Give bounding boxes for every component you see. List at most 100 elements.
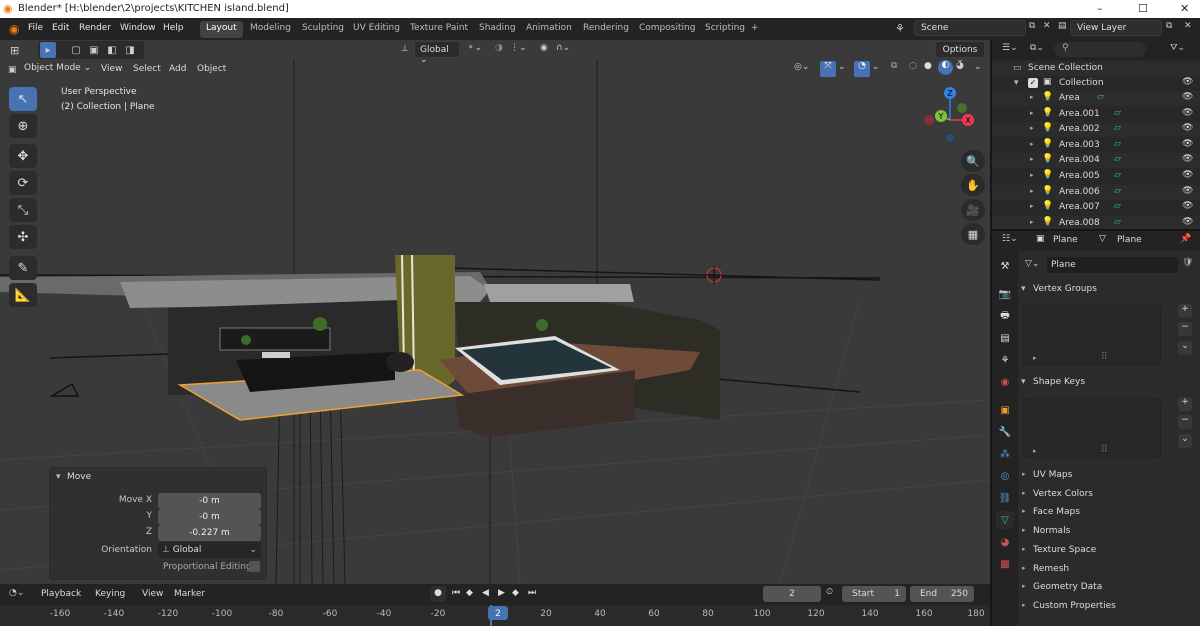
tab-layout[interactable]: Layout: [200, 21, 243, 38]
overlay-dropdown-icon[interactable]: ⌄: [872, 62, 880, 72]
gizmo-toggle-icon[interactable]: ⤧: [820, 61, 836, 77]
outliner-search-input[interactable]: ⚲: [1054, 42, 1146, 57]
snap-target-icon[interactable]: ⋮⌄: [510, 43, 527, 53]
tab-animation[interactable]: Animation: [520, 21, 578, 38]
light-data-icon[interactable]: ▱: [1097, 92, 1104, 102]
shape-keys-list[interactable]: ▸ ⠿: [1023, 398, 1161, 458]
tab-shading[interactable]: Shading: [473, 21, 522, 38]
rotate-tool-button[interactable]: ⟳: [9, 171, 37, 195]
eye-icon[interactable]: 👁: [1182, 186, 1193, 196]
menu-file[interactable]: File: [28, 23, 43, 33]
outliner-item[interactable]: ▸ 💡 Area.004 ▱ 👁: [992, 153, 1200, 169]
expand-icon[interactable]: ▾: [1014, 78, 1019, 88]
record-button[interactable]: ●: [430, 586, 446, 602]
outliner-item[interactable]: ▸ 💡 Area.007 ▱ 👁: [992, 200, 1200, 215]
viewport-menu-select[interactable]: Select: [133, 64, 161, 74]
eye-icon[interactable]: 👁: [1182, 139, 1193, 149]
scene-icon[interactable]: ⚘: [895, 22, 905, 35]
select-intersect-icon[interactable]: ◨: [122, 42, 138, 58]
prev-keyframe-icon[interactable]: ◆: [466, 588, 473, 598]
eye-icon[interactable]: 👁: [1182, 123, 1193, 133]
new-scene-icon[interactable]: ⧉: [1029, 21, 1035, 31]
timer-icon[interactable]: ⏲: [826, 587, 833, 597]
pivot-icon[interactable]: ⚬⌄: [467, 43, 482, 53]
view-layer-tab-icon[interactable]: ▤: [996, 329, 1014, 347]
move-y-field[interactable]: -0 m: [158, 509, 261, 525]
zoom-icon[interactable]: 🔍: [961, 150, 985, 172]
menu-window[interactable]: Window: [120, 23, 156, 33]
close-button[interactable]: ✕: [1180, 2, 1189, 15]
jump-end-icon[interactable]: ⏭: [528, 588, 536, 598]
vertex-group-specials-button[interactable]: ⌄: [1178, 341, 1192, 355]
gizmo-dropdown-icon[interactable]: ⌄: [838, 62, 846, 72]
filter-icon[interactable]: ⛛⌄: [1170, 43, 1185, 53]
light-data-icon[interactable]: ▱: [1114, 186, 1121, 196]
panel-shape-keys[interactable]: ▾ Shape Keys: [1020, 374, 1192, 392]
expand-icon[interactable]: ▸: [1030, 140, 1034, 148]
add-workspace-button[interactable]: +: [745, 21, 765, 38]
blender-menu-icon[interactable]: ◉: [9, 22, 19, 36]
panel-uv-maps[interactable]: ▸ UV Maps: [1020, 467, 1192, 485]
navigation-gizmo[interactable]: Z Y X: [920, 86, 980, 142]
timeline[interactable]: ◔⌄ Playback Keying View Marker ● ⏮ ◆ ◀ ▶…: [0, 584, 990, 626]
expand-icon[interactable]: ▸: [1030, 155, 1034, 163]
orientation-dropdown[interactable]: Global ⌄: [414, 41, 460, 65]
menu-help[interactable]: Help: [163, 23, 184, 33]
annotate-tool-button[interactable]: ✎: [9, 256, 37, 280]
expand-icon[interactable]: ▸: [1030, 218, 1034, 226]
expand-icon[interactable]: ▸: [1030, 202, 1034, 210]
tab-sculpting[interactable]: Sculpting: [296, 21, 350, 38]
light-data-icon[interactable]: ▱: [1114, 170, 1121, 180]
tab-texture-paint[interactable]: Texture Paint: [404, 21, 474, 38]
world-tab-icon[interactable]: ◉: [996, 373, 1014, 391]
outliner-item[interactable]: ▸ 💡 Area.005 ▱ 👁: [992, 169, 1200, 184]
tab-modeling[interactable]: Modeling: [244, 21, 297, 38]
timeline-editor-icon[interactable]: ◔⌄: [9, 588, 24, 598]
light-data-icon[interactable]: ▱: [1114, 139, 1121, 149]
eye-icon[interactable]: 👁: [1182, 77, 1193, 87]
panel-vertex-colors[interactable]: ▸ Vertex Colors: [1020, 486, 1192, 504]
start-frame-field[interactable]: Start 1: [842, 586, 906, 602]
move-z-field[interactable]: -0.227 m: [158, 525, 261, 541]
mesh-browse-icon[interactable]: ▽⌄: [1025, 259, 1039, 269]
snap-icon[interactable]: ◑: [495, 43, 503, 53]
timeline-menu-view[interactable]: View: [142, 589, 163, 599]
light-data-icon[interactable]: ▱: [1114, 123, 1121, 133]
panel-remesh[interactable]: ▸ Remesh: [1020, 561, 1192, 579]
collection-row[interactable]: ▾ ✓ ▣ Collection 👁: [992, 76, 1200, 91]
expand-icon[interactable]: ▸: [1030, 109, 1034, 117]
scale-tool-button[interactable]: ⤡: [9, 198, 37, 222]
delete-scene-icon[interactable]: ✕: [1043, 21, 1051, 31]
editor-type-icon[interactable]: ⊞: [10, 44, 19, 57]
expand-icon[interactable]: ▸: [1030, 124, 1034, 132]
properties-editor[interactable]: ☷⌄ ▣ Plane ▽ Plane 📌 ⚒ 📷 🖶 ▤ ⚘ ◉ ▣ 🔧 ⁂ ◎…: [990, 229, 1200, 626]
render-tab-icon[interactable]: 📷: [996, 285, 1014, 303]
transform-tool-button[interactable]: ✣: [9, 225, 37, 249]
eye-icon[interactable]: 👁: [1182, 108, 1193, 118]
falloff-icon[interactable]: ∩⌄: [556, 43, 570, 53]
constraints-tab-icon[interactable]: ⛓: [996, 489, 1014, 507]
timeline-menu-playback[interactable]: Playback: [41, 589, 81, 599]
select-box-new-icon[interactable]: ▢: [68, 42, 84, 58]
display-mode-icon[interactable]: ⧉⌄: [1030, 43, 1044, 53]
panel-geometry-data[interactable]: ▸ Geometry Data: [1020, 579, 1192, 597]
minimize-button[interactable]: –: [1097, 2, 1103, 15]
outliner-item[interactable]: ▸ 💡 Area.003 ▱ 👁: [992, 138, 1200, 153]
play-reverse-icon[interactable]: ◀: [482, 588, 489, 598]
eye-icon[interactable]: 👁: [1182, 92, 1193, 102]
proportional-edit-icon[interactable]: ◉: [540, 43, 548, 53]
list-resize-handle[interactable]: ⠿: [1101, 352, 1108, 362]
light-data-icon[interactable]: ▱: [1114, 154, 1121, 164]
visibility-icon[interactable]: ◎⌄: [794, 62, 809, 72]
scene-collection-row[interactable]: ▭ Scene Collection: [992, 61, 1200, 76]
material-tab-icon[interactable]: ◕: [996, 533, 1014, 551]
panel-face-maps[interactable]: ▸ Face Maps: [1020, 504, 1192, 522]
menu-render[interactable]: Render: [79, 23, 111, 33]
tab-compositing[interactable]: Compositing: [633, 21, 701, 38]
eye-icon[interactable]: 👁: [1182, 170, 1193, 180]
eye-icon[interactable]: 👁: [1182, 201, 1193, 211]
scene-tab-icon[interactable]: ⚘: [996, 351, 1014, 369]
properties-editor-icon[interactable]: ☷⌄: [1002, 234, 1018, 244]
outliner-item[interactable]: ▸ 💡 Area.002 ▱ 👁: [992, 122, 1200, 138]
panel-texture-space[interactable]: ▸ Texture Space: [1020, 542, 1192, 560]
